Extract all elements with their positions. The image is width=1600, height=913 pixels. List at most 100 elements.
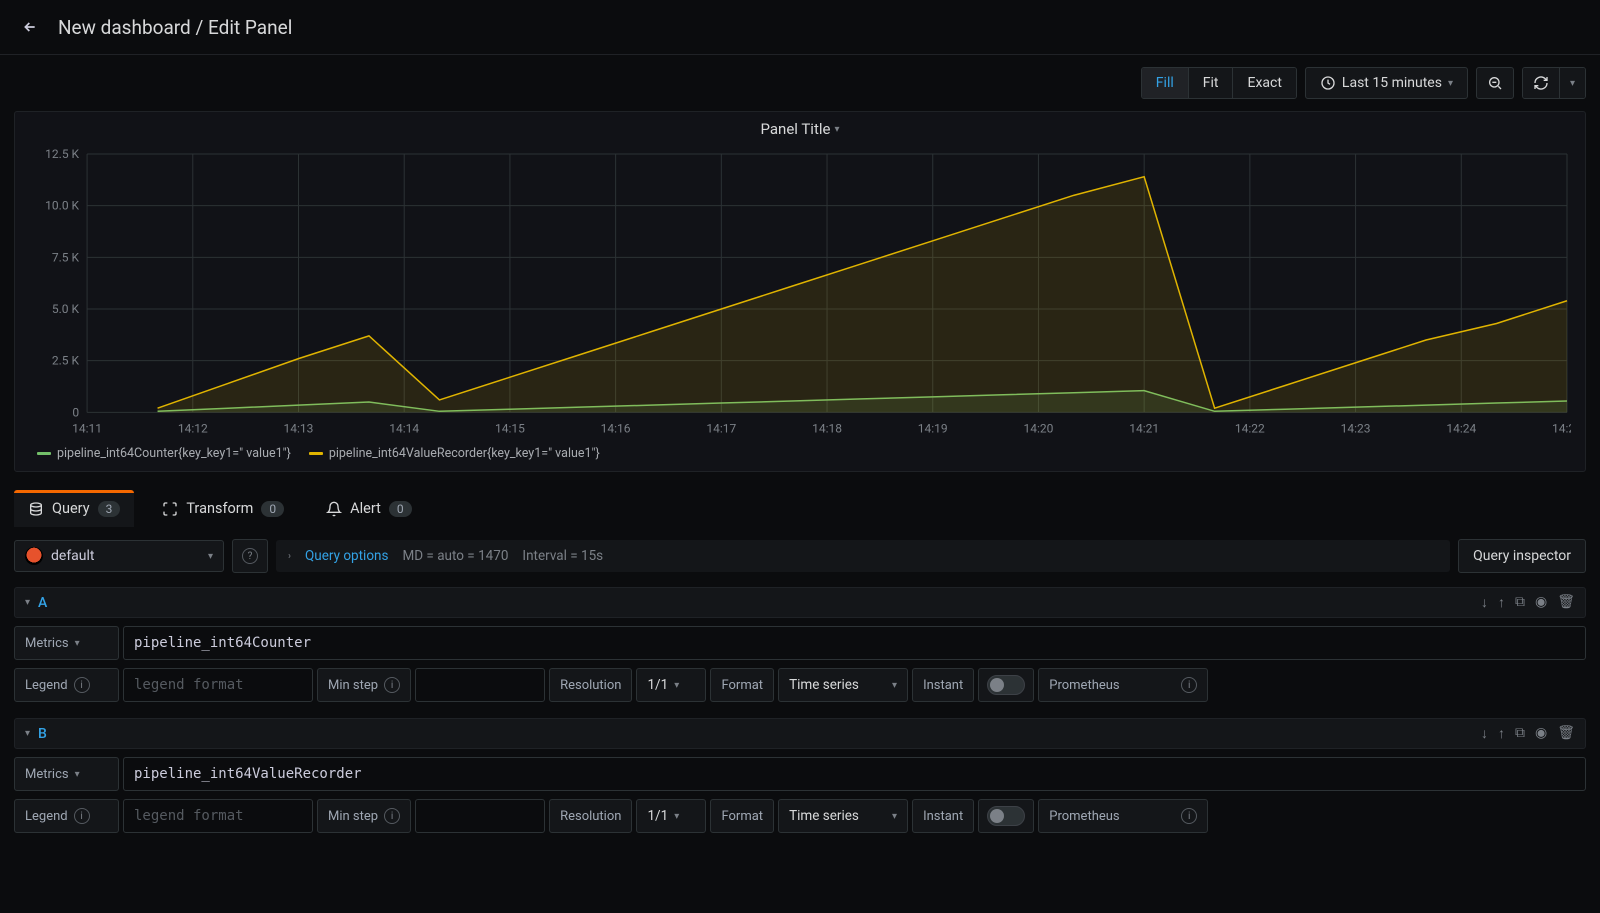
editor-tabs: Query 3 Transform 0 Alert 0 xyxy=(0,490,1600,527)
svg-text:14:25: 14:25 xyxy=(1552,421,1571,435)
instant-toggle[interactable] xyxy=(987,675,1025,695)
svg-text:14:19: 14:19 xyxy=(918,421,948,435)
minstep-input[interactable] xyxy=(415,799,545,833)
fill-button[interactable]: Fill xyxy=(1142,68,1189,98)
svg-text:10.0 K: 10.0 K xyxy=(45,199,79,213)
chart-legend: pipeline_int64Counter{key_key1=" value1"… xyxy=(15,442,1585,471)
legend-label: pipeline_int64ValueRecorder{key_key1=" v… xyxy=(329,446,600,461)
legend-input[interactable] xyxy=(123,799,313,833)
back-button[interactable] xyxy=(16,13,44,41)
chevron-down-icon: ▾ xyxy=(892,811,897,822)
tab-query[interactable]: Query 3 xyxy=(14,490,134,527)
tab-alert[interactable]: Alert 0 xyxy=(312,490,425,527)
toggle-visibility-button[interactable]: ◉ xyxy=(1535,725,1547,742)
svg-text:14:22: 14:22 xyxy=(1235,421,1265,435)
instant-label: Instant xyxy=(912,799,974,833)
legend-item[interactable]: pipeline_int64ValueRecorder{key_key1=" v… xyxy=(309,446,600,461)
metrics-label[interactable]: Metrics▾ xyxy=(14,626,119,660)
delete-query-button[interactable]: 🗑 xyxy=(1557,725,1575,742)
legend-label: Legendi xyxy=(14,668,119,702)
metrics-input[interactable] xyxy=(123,757,1586,791)
move-down-button[interactable]: ↓ xyxy=(1481,725,1488,742)
format-select[interactable]: Time series▾ xyxy=(778,799,908,833)
query-editor-A: ▾ A ↓ ↑ ⧉ ◉ 🗑 Metrics▾ Legendi Min stepi xyxy=(0,581,1600,712)
timerange-picker[interactable]: Last 15 minutes ▾ xyxy=(1305,67,1468,99)
info-icon: i xyxy=(384,677,400,693)
format-select[interactable]: Time series▾ xyxy=(778,668,908,702)
zoom-out-button[interactable] xyxy=(1476,67,1514,99)
zoom-out-icon xyxy=(1487,75,1503,91)
format-label: Format xyxy=(710,668,774,702)
clock-icon xyxy=(1320,75,1336,91)
duplicate-button[interactable]: ⧉ xyxy=(1515,594,1525,611)
instant-toggle[interactable] xyxy=(987,806,1025,826)
svg-text:0: 0 xyxy=(72,405,79,419)
svg-text:14:18: 14:18 xyxy=(812,421,842,435)
chevron-down-icon: ▾ xyxy=(75,638,80,649)
breadcrumb: New dashboard / Edit Panel xyxy=(58,16,292,39)
query-editor-B: ▾ B ↓ ↑ ⧉ ◉ 🗑 Metrics▾ Legendi Min stepi xyxy=(0,712,1600,843)
svg-text:14:20: 14:20 xyxy=(1024,421,1054,435)
duplicate-button[interactable]: ⧉ xyxy=(1515,725,1525,742)
svg-text:14:21: 14:21 xyxy=(1129,421,1159,435)
legend-input[interactable] xyxy=(123,668,313,702)
query-refid: A xyxy=(38,595,47,611)
datasource-select[interactable]: default ▾ xyxy=(14,540,224,572)
resolution-select[interactable]: 1/1▾ xyxy=(636,799,706,833)
arrow-left-icon xyxy=(22,19,38,35)
query-count-badge: 3 xyxy=(98,501,121,517)
info-icon: i xyxy=(384,808,400,824)
chevron-down-icon: ▾ xyxy=(674,680,679,691)
svg-text:7.5 K: 7.5 K xyxy=(52,250,80,264)
metrics-label[interactable]: Metrics▾ xyxy=(14,757,119,791)
move-down-button[interactable]: ↓ xyxy=(1481,594,1488,611)
resolution-select[interactable]: 1/1▾ xyxy=(636,668,706,702)
datasource-help-button[interactable]: ? xyxy=(232,539,268,573)
query-header[interactable]: ▾ A ↓ ↑ ⧉ ◉ 🗑 xyxy=(14,587,1586,618)
timerange-label: Last 15 minutes xyxy=(1342,75,1442,91)
resolution-label: Resolution xyxy=(549,668,632,702)
panel-toolbar: Fill Fit Exact Last 15 minutes ▾ ▾ xyxy=(0,55,1600,111)
toggle-visibility-button[interactable]: ◉ xyxy=(1535,594,1547,611)
svg-text:12.5 K: 12.5 K xyxy=(45,148,79,161)
instant-toggle-wrap xyxy=(978,668,1034,702)
bell-icon xyxy=(326,501,342,517)
chevron-down-icon: ▾ xyxy=(834,124,839,135)
database-icon xyxy=(28,501,44,517)
legend-item[interactable]: pipeline_int64Counter{key_key1=" value1"… xyxy=(37,446,291,461)
transform-count-badge: 0 xyxy=(261,501,284,517)
query-options-md: MD = auto = 1470 xyxy=(402,548,508,564)
metrics-input[interactable] xyxy=(123,626,1586,660)
query-options-interval: Interval = 15s xyxy=(522,548,603,564)
refresh-interval-dropdown[interactable]: ▾ xyxy=(1560,68,1585,98)
fit-button[interactable]: Fit xyxy=(1189,68,1234,98)
help-icon: ? xyxy=(242,548,258,564)
query-options-link[interactable]: Query options xyxy=(305,548,388,564)
alert-count-badge: 0 xyxy=(389,501,412,517)
refresh-icon xyxy=(1533,75,1549,91)
info-icon: i xyxy=(74,677,90,693)
info-icon: i xyxy=(1181,677,1197,693)
chevron-down-icon: ▾ xyxy=(208,551,213,562)
panel-title[interactable]: Panel Title ▾ xyxy=(15,112,1585,142)
tab-transform[interactable]: Transform 0 xyxy=(148,490,298,527)
chevron-down-icon: ▾ xyxy=(674,811,679,822)
minstep-label: Min stepi xyxy=(317,799,411,833)
delete-query-button[interactable]: 🗑 xyxy=(1557,594,1575,611)
move-up-button[interactable]: ↑ xyxy=(1498,725,1505,742)
svg-text:14:15: 14:15 xyxy=(495,421,525,435)
query-header[interactable]: ▾ B ↓ ↑ ⧉ ◉ 🗑 xyxy=(14,718,1586,749)
exact-button[interactable]: Exact xyxy=(1233,68,1295,98)
svg-text:14:13: 14:13 xyxy=(284,421,314,435)
instant-label: Instant xyxy=(912,668,974,702)
svg-text:14:14: 14:14 xyxy=(389,421,419,435)
refresh-button[interactable] xyxy=(1523,68,1560,98)
query-inspector-button[interactable]: Query inspector xyxy=(1458,539,1586,573)
query-options-bar[interactable]: › Query options MD = auto = 1470 Interva… xyxy=(276,540,1450,572)
timeseries-chart[interactable]: 02.5 K5.0 K7.5 K10.0 K12.5 K14:1114:1214… xyxy=(29,148,1571,438)
transform-icon xyxy=(162,501,178,517)
move-up-button[interactable]: ↑ xyxy=(1498,594,1505,611)
source-label: Prometheusi xyxy=(1038,799,1208,833)
svg-text:14:16: 14:16 xyxy=(601,421,631,435)
minstep-input[interactable] xyxy=(415,668,545,702)
